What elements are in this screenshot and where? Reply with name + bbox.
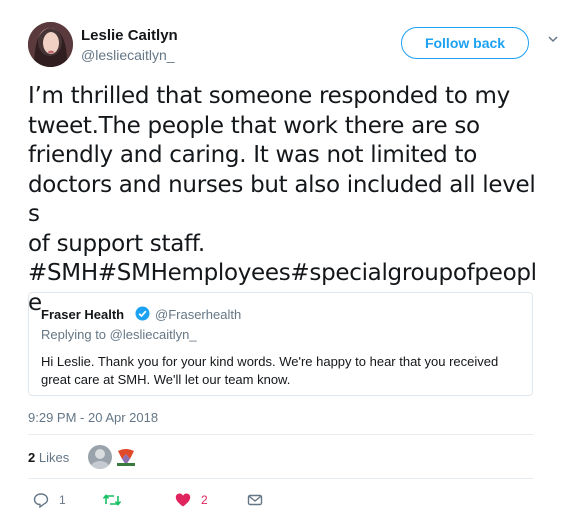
direct-message-action[interactable] bbox=[247, 490, 263, 510]
liker-avatar[interactable] bbox=[88, 445, 112, 469]
chevron-down-icon[interactable] bbox=[546, 32, 560, 46]
divider bbox=[28, 434, 533, 435]
likes-count[interactable]: 2 Likes bbox=[28, 450, 69, 465]
envelope-icon bbox=[247, 492, 263, 508]
like-action[interactable]: 2 bbox=[175, 490, 208, 510]
like-count: 2 bbox=[201, 493, 208, 507]
author-handle[interactable]: @lesliecaitlyn_ bbox=[81, 47, 175, 63]
retweet-action[interactable] bbox=[102, 490, 122, 510]
follow-back-button[interactable]: Follow back bbox=[401, 27, 529, 59]
reply-icon bbox=[33, 492, 49, 508]
quoted-author-handle[interactable]: @Fraserhealth bbox=[155, 307, 241, 322]
author-name[interactable]: Leslie Caitlyn bbox=[81, 27, 178, 44]
tweet-header: Leslie Caitlyn @lesliecaitlyn_ Follow ba… bbox=[28, 22, 558, 72]
tweet-text-line: I’m thrilled that someone responded to m… bbox=[28, 83, 510, 109]
quoted-tweet[interactable]: Fraser Health @Fraserhealth Replying to … bbox=[28, 292, 533, 396]
liker-avatar[interactable] bbox=[114, 445, 138, 469]
tweet-text: I’m thrilled that someone responded to m… bbox=[28, 82, 540, 318]
tweet-text-line: tweet.The people that work there are so bbox=[28, 112, 480, 139]
likes-number: 2 bbox=[28, 450, 36, 465]
reply-count: 1 bbox=[59, 493, 66, 507]
hashtag-links[interactable]: #SMH#SMHemployees#specialgroupofpeopl bbox=[28, 259, 540, 289]
likes-label: Likes bbox=[38, 450, 70, 465]
retweet-icon bbox=[102, 492, 122, 508]
heart-icon bbox=[175, 492, 191, 508]
tweet-timestamp[interactable]: 9:29 PM - 20 Apr 2018 bbox=[28, 410, 158, 425]
tweet-text-line: friendly and caring. It was not limited … bbox=[28, 142, 477, 168]
avatar[interactable] bbox=[28, 22, 73, 67]
quoted-text: Hi Leslie. Thank you for your kind words… bbox=[41, 354, 499, 387]
tweet-text-line: doctors and nurses but also included all… bbox=[28, 171, 536, 228]
tweet-text-line: of support staff. bbox=[28, 230, 205, 257]
replying-to: Replying to @lesliecaitlyn_ bbox=[41, 327, 197, 342]
divider bbox=[28, 478, 533, 479]
reply-action[interactable]: 1 bbox=[33, 490, 66, 510]
quoted-author-name[interactable]: Fraser Health bbox=[41, 307, 124, 322]
verified-badge-icon bbox=[135, 306, 150, 321]
